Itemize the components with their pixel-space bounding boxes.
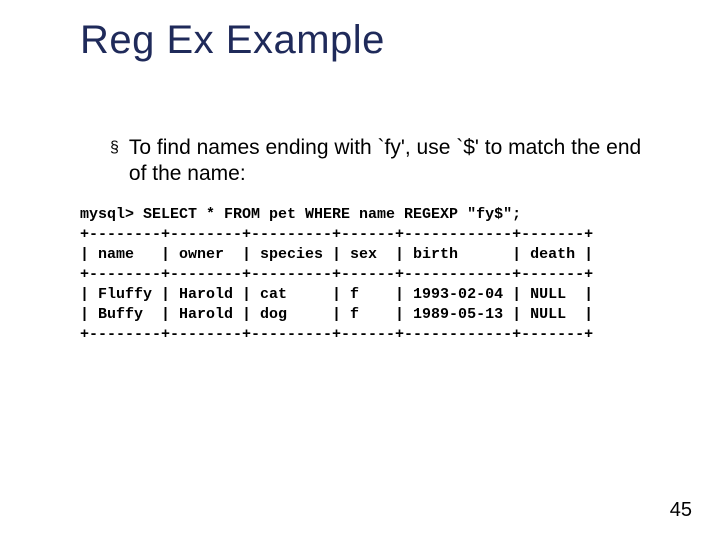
page-number: 45 (670, 499, 692, 522)
bullet-marker-icon: § (110, 135, 119, 161)
slide: Reg Ex Example § To find names ending wi… (0, 0, 720, 540)
code-block: mysql> SELECT * FROM pet WHERE name REGE… (80, 205, 680, 345)
bullet-text: To find names ending with `fy', use `$' … (129, 135, 660, 187)
bullet-item: § To find names ending with `fy', use `$… (110, 135, 660, 187)
slide-title: Reg Ex Example (80, 18, 385, 63)
